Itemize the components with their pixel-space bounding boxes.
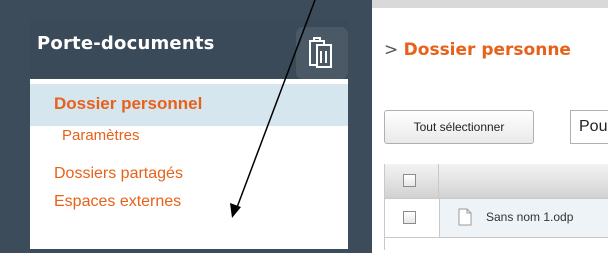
breadcrumb-current[interactable]: Dossier personne bbox=[404, 40, 571, 60]
action-select[interactable]: Pou bbox=[570, 110, 608, 144]
row-checkbox[interactable] bbox=[403, 211, 416, 224]
table-header bbox=[385, 164, 608, 199]
document-icon bbox=[458, 208, 472, 226]
sidebar: Porte-documents Dossier personnel Paramè… bbox=[30, 19, 348, 249]
sidebar-item-label: Dossier personnel bbox=[54, 94, 203, 113]
table-row[interactable]: Sans nom 1.odp bbox=[385, 199, 608, 238]
file-table: Sans nom 1.odp bbox=[384, 164, 608, 250]
sidebar-header: Porte-documents bbox=[30, 19, 348, 79]
column-divider bbox=[438, 164, 439, 198]
select-all-button[interactable]: Tout sélectionner bbox=[384, 110, 534, 144]
content-top-border bbox=[372, 0, 608, 8]
sidebar-item-label: Espaces externes bbox=[54, 193, 182, 210]
sidebar-item-dossier-personnel[interactable]: Dossier personnel bbox=[30, 84, 348, 126]
sidebar-item-dossiers-partages[interactable]: Dossiers partagés bbox=[30, 165, 348, 189]
breadcrumb: > Dossier personne bbox=[384, 40, 571, 60]
breadcrumb-separator: > bbox=[384, 40, 399, 60]
sidebar-item-label: Dossiers partagés bbox=[54, 165, 183, 182]
file-name: Sans nom 1.odp bbox=[486, 210, 574, 224]
sidebar-item-espaces-externes[interactable]: Espaces externes bbox=[30, 193, 348, 217]
sidebar-item-label: Paramètres bbox=[62, 127, 140, 144]
sidebar-item-parametres[interactable]: Paramètres bbox=[30, 127, 348, 151]
file-name-cell[interactable]: Sans nom 1.odp bbox=[439, 199, 608, 237]
header-checkbox[interactable] bbox=[403, 174, 416, 187]
sidebar-title: Porte-documents bbox=[37, 33, 215, 54]
briefcase-icon[interactable] bbox=[296, 27, 348, 79]
